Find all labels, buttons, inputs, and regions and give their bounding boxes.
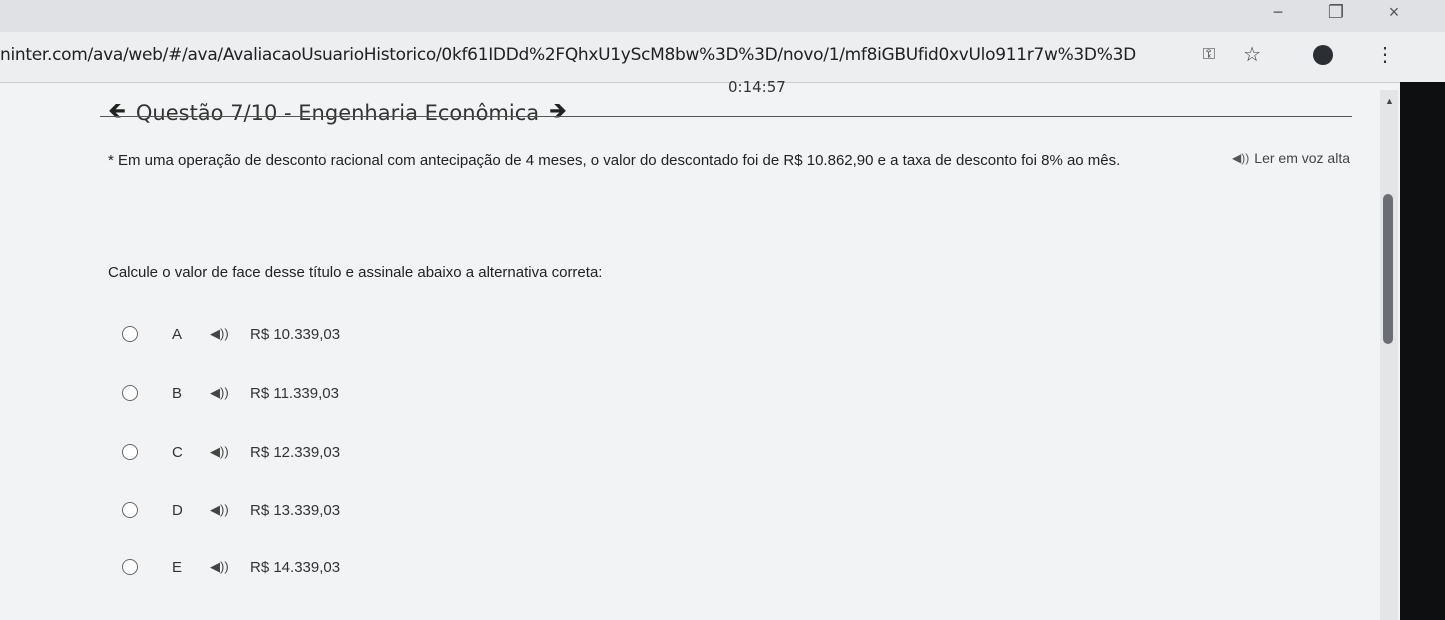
key-icon[interactable]: ⚿: [1203, 46, 1215, 64]
radio-button[interactable]: [122, 444, 138, 460]
option-letter: E: [172, 558, 183, 576]
arrow-left-icon[interactable]: 🡸: [108, 94, 126, 132]
url-field[interactable]: ninter.com/ava/web/#/ava/AvaliacaoUsuari…: [0, 45, 1136, 65]
header-divider: [100, 116, 1352, 117]
speaker-icon[interactable]: ◀)): [210, 444, 250, 460]
speaker-icon[interactable]: ◀)): [210, 502, 250, 518]
option-value: R$ 11.339,03: [250, 384, 339, 402]
page-title: Questão 7/10 - Engenharia Econômica: [135, 101, 540, 125]
radio-button[interactable]: [122, 559, 138, 575]
address-bar: ninter.com/ava/web/#/ava/AvaliacaoUsuari…: [0, 32, 1445, 83]
option-value: R$ 13.339,03: [250, 501, 341, 519]
radio-button[interactable]: [122, 502, 138, 518]
speaker-icon[interactable]: ◀)): [210, 385, 250, 401]
browser-titlebar: − ❐ ×: [0, 0, 1445, 32]
read-aloud-button[interactable]: ◀)) Ler em voz alta: [1232, 150, 1350, 166]
radio-button[interactable]: [122, 326, 138, 342]
close-icon[interactable]: ×: [1383, 2, 1405, 23]
option-b[interactable]: B ◀)) R$ 11.339,03: [122, 381, 339, 405]
option-value: R$ 12.339,03: [250, 443, 341, 461]
option-e[interactable]: E ◀)) R$ 14.339,03: [122, 555, 340, 579]
star-icon[interactable]: ☆: [1243, 42, 1261, 67]
screen-bezel: [1400, 82, 1445, 620]
window-controls: − ❐ ×: [1267, 2, 1405, 23]
option-c[interactable]: C ◀)) R$ 12.339,03: [122, 440, 340, 464]
address-bar-icons: ⚿ ☆ ⋮: [1203, 42, 1395, 67]
option-value: R$ 14.339,03: [250, 558, 341, 576]
restore-icon[interactable]: ❐: [1325, 2, 1347, 23]
extension-icon[interactable]: [1313, 44, 1333, 65]
exam-timer: 0:14:57: [728, 78, 786, 96]
option-a[interactable]: A ◀)) R$ 10.339,03: [122, 322, 340, 346]
option-letter: C: [172, 443, 183, 461]
more-vert-icon[interactable]: ⋮: [1375, 42, 1395, 67]
option-letter: A: [172, 325, 183, 343]
scrollbar-thumb[interactable]: [1383, 194, 1393, 344]
option-value: R$ 10.339,03: [250, 325, 341, 343]
read-aloud-label: Ler em voz alta: [1254, 150, 1350, 166]
option-letter: D: [172, 501, 183, 519]
minimize-icon[interactable]: −: [1267, 2, 1289, 23]
scrollbar-track[interactable]: [1380, 90, 1398, 620]
question-header: 🡸 Questão 7/10 - Engenharia Econômica 🡺: [108, 94, 567, 132]
speaker-icon[interactable]: ◀)): [210, 559, 250, 575]
option-d[interactable]: D ◀)) R$ 13.339,03: [122, 498, 340, 522]
speaker-icon[interactable]: ◀)): [210, 326, 250, 342]
question-instruction: Calcule o valor de face desse título e a…: [108, 264, 603, 281]
speaker-icon: ◀)): [1232, 151, 1250, 165]
radio-button[interactable]: [122, 385, 138, 401]
arrow-right-icon[interactable]: 🡺: [549, 94, 567, 132]
option-letter: B: [172, 384, 183, 402]
scroll-up-icon[interactable]: ▲: [1385, 96, 1394, 106]
question-text: * Em uma operação de desconto racional c…: [108, 152, 1121, 169]
